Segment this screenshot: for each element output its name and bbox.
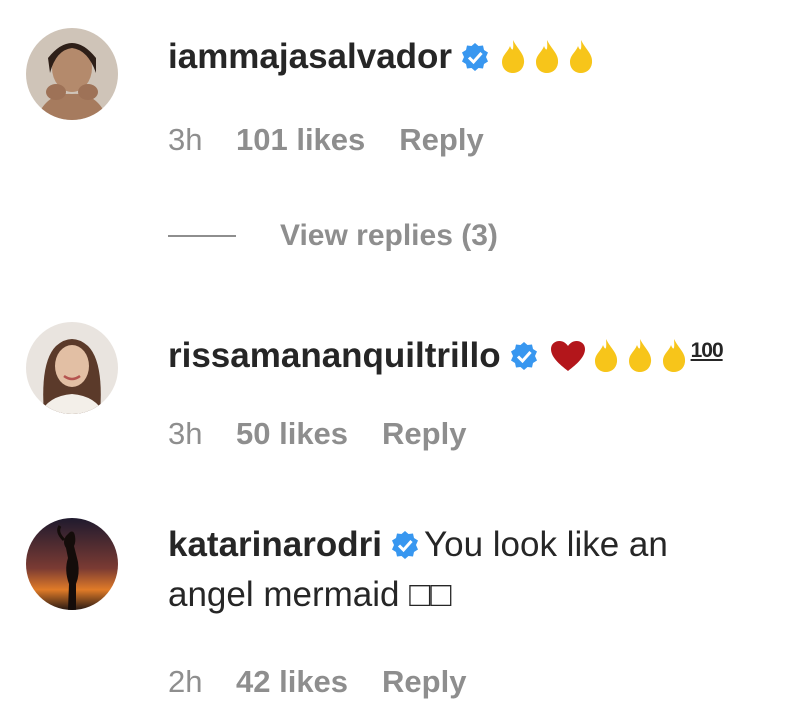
comment-header: iammajasalvador bbox=[168, 34, 790, 80]
fire-icon bbox=[536, 40, 559, 73]
reply-button[interactable]: Reply bbox=[382, 416, 466, 452]
comment-meta: 3h 101 likes Reply bbox=[168, 122, 484, 158]
verified-badge-icon bbox=[391, 531, 418, 559]
heart-icon bbox=[550, 341, 585, 371]
comment-header: rissamananquiltrillo 100 bbox=[168, 328, 790, 379]
avatar[interactable] bbox=[26, 322, 118, 414]
fire-icon bbox=[594, 339, 617, 372]
verified-badge-icon bbox=[510, 342, 537, 370]
avatar[interactable] bbox=[26, 28, 118, 120]
username[interactable]: iammajasalvador bbox=[168, 37, 452, 76]
fire-icon bbox=[628, 339, 651, 372]
timestamp[interactable]: 2h bbox=[168, 664, 236, 700]
comment-text-line: angel mermaid □□ bbox=[168, 572, 790, 618]
fire-icon bbox=[570, 40, 593, 73]
comment-header: katarinarodri You look like an bbox=[168, 522, 790, 568]
comment-meta: 3h 50 likes Reply bbox=[168, 416, 466, 452]
comment-text: angel mermaid □□ bbox=[168, 575, 452, 614]
comment-meta: 2h 42 likes Reply bbox=[168, 664, 466, 700]
likes-count[interactable]: 42 likes bbox=[236, 664, 348, 700]
username[interactable]: rissamananquiltrillo bbox=[168, 336, 501, 375]
username[interactable]: katarinarodri bbox=[168, 525, 382, 564]
verified-badge-icon bbox=[462, 43, 489, 71]
reply-button[interactable]: Reply bbox=[382, 664, 466, 700]
comment-text: You look like an bbox=[423, 525, 668, 564]
fire-icon bbox=[502, 40, 525, 73]
timestamp[interactable]: 3h bbox=[168, 122, 236, 158]
likes-count[interactable]: 50 likes bbox=[236, 416, 348, 452]
fire-icon bbox=[662, 339, 685, 372]
view-replies-button[interactable]: View replies (3) bbox=[168, 216, 498, 256]
reply-button[interactable]: Reply bbox=[399, 122, 483, 158]
hundred-points-icon: 100 bbox=[690, 339, 724, 362]
view-replies-label: View replies (3) bbox=[280, 219, 498, 252]
divider bbox=[168, 235, 236, 237]
avatar[interactable] bbox=[26, 518, 118, 610]
likes-count[interactable]: 101 likes bbox=[236, 122, 365, 158]
timestamp[interactable]: 3h bbox=[168, 416, 236, 452]
